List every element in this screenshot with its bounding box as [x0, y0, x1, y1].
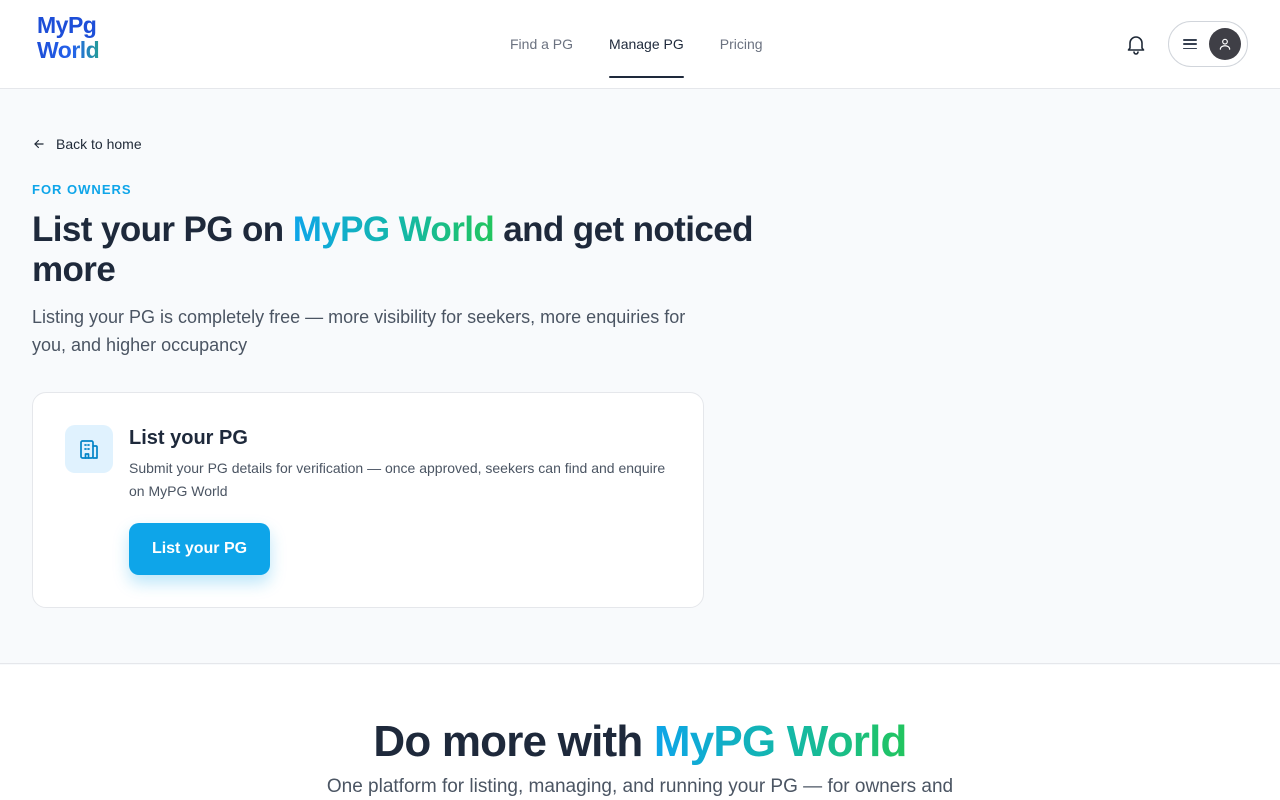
- section-title: Do more with MyPG World: [0, 717, 1280, 767]
- hamburger-menu-icon: [1183, 37, 1197, 51]
- logo-line-1: MyPg: [37, 12, 97, 38]
- building-icon: [65, 425, 113, 473]
- account-menu-button[interactable]: [1168, 21, 1248, 67]
- back-to-home-label: Back to home: [56, 136, 142, 152]
- section-title-pre: Do more with: [373, 717, 654, 766]
- main-nav: Find a PG Manage PG Pricing: [492, 0, 781, 88]
- hero-subtitle: Listing your PG is completely free — mor…: [32, 307, 686, 355]
- list-your-pg-button[interactable]: List your PG: [129, 523, 270, 575]
- card-title: List your PG: [129, 427, 248, 449]
- user-avatar-icon: [1209, 28, 1241, 60]
- list-pg-card: List your PG Submit your PG details for …: [32, 392, 704, 608]
- nav-find-a-pg[interactable]: Find a PG: [492, 0, 591, 88]
- arrow-left-icon: [34, 139, 44, 149]
- owners-hero: Back to home FOR OWNERS List your PG on …: [0, 89, 1280, 664]
- nav-pricing[interactable]: Pricing: [702, 0, 781, 88]
- top-header: MyPg World Find a PG Manage PG Pricing: [0, 0, 1280, 89]
- do-more-section: Do more with MyPG World One platform for…: [0, 665, 1280, 800]
- back-to-home-link[interactable]: Back to home: [32, 136, 142, 152]
- notification-bell-icon[interactable]: [1124, 32, 1148, 56]
- site-logo[interactable]: MyPg World: [37, 13, 117, 63]
- eyebrow-label: FOR OWNERS: [32, 182, 132, 197]
- page-title: List your PG on MyPG World and get notic…: [32, 210, 812, 290]
- section-subtitle: One platform for listing, managing, and …: [326, 776, 954, 797]
- nav-manage-pg[interactable]: Manage PG: [591, 0, 702, 88]
- section-title-brand: MyPG World: [653, 717, 908, 766]
- card-description: Submit your PG details for verification …: [129, 460, 666, 499]
- headline-pre: List your PG on: [32, 210, 293, 249]
- logo-line-2: World: [37, 38, 117, 63]
- headline-brand: MyPG World: [292, 210, 495, 249]
